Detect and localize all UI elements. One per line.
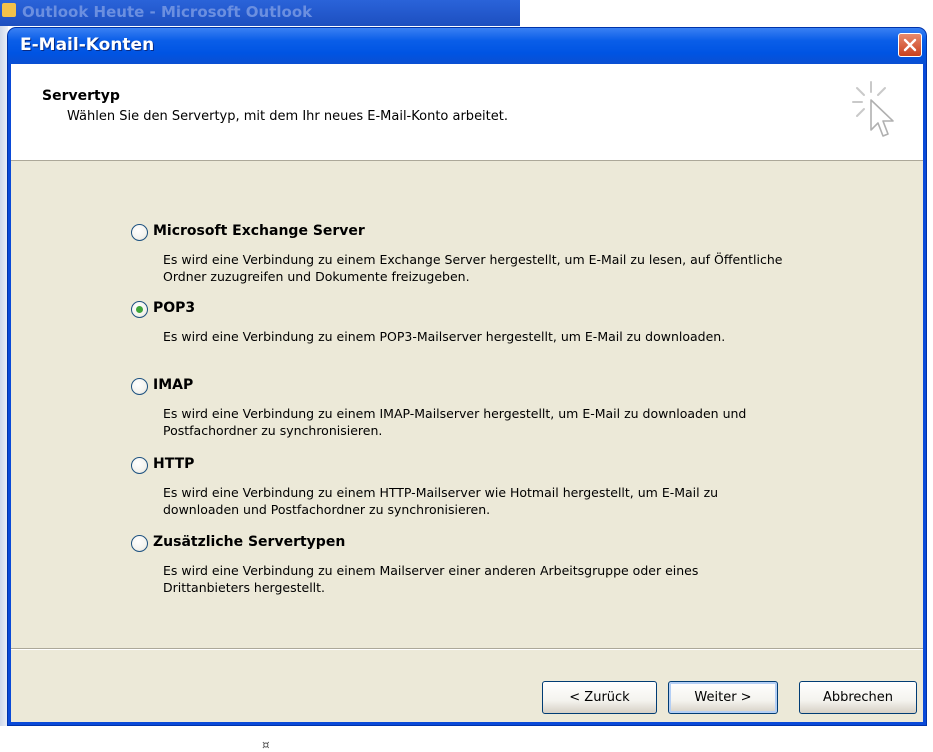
- option-description: Es wird eine Verbindung zu einem IMAP-Ma…: [163, 406, 747, 438]
- option-description: Es wird eine Verbindung zu einem Exchang…: [163, 252, 783, 284]
- background-left-strip: [0, 26, 8, 726]
- server-type-options: Microsoft Exchange Server Es wird eine V…: [11, 161, 923, 641]
- background-titlebar: Outlook Heute - Microsoft Outlook: [0, 0, 520, 26]
- option-description: Es wird eine Verbindung zu einem HTTP-Ma…: [163, 485, 719, 517]
- dialog-title: E-Mail-Konten: [20, 35, 155, 55]
- radio-http[interactable]: [131, 457, 148, 474]
- option-label[interactable]: Microsoft Exchange Server: [153, 223, 365, 239]
- radio-imap[interactable]: [131, 378, 148, 395]
- wizard-header: Servertyp Wählen Sie den Servertyp, mit …: [11, 64, 923, 161]
- page-subtitle: Wählen Sie den Servertyp, mit dem Ihr ne…: [67, 109, 508, 124]
- email-accounts-dialog: E-Mail-Konten Servertyp Wählen Sie den S…: [8, 28, 926, 725]
- radio-additional[interactable]: [131, 535, 148, 552]
- background-window-title: Outlook Heute - Microsoft Outlook: [22, 3, 313, 21]
- close-icon: [903, 38, 917, 52]
- radio-exchange[interactable]: [131, 224, 148, 241]
- wizard-cursor-icon: [852, 81, 894, 137]
- page-title: Servertyp: [42, 88, 120, 104]
- option-label[interactable]: IMAP: [153, 377, 193, 393]
- option-label[interactable]: POP3: [153, 300, 195, 316]
- next-button[interactable]: Weiter >: [668, 681, 778, 714]
- option-label[interactable]: Zusätzliche Servertypen: [153, 534, 345, 550]
- option-description: Es wird eine Verbindung zu einem POP3-Ma…: [163, 329, 726, 344]
- cancel-button[interactable]: Abbrechen: [799, 681, 917, 714]
- dialog-client-area: Servertyp Wählen Sie den Servertyp, mit …: [11, 64, 923, 722]
- background-mark: ¤: [262, 738, 270, 752]
- close-button[interactable]: [898, 33, 922, 57]
- radio-pop3[interactable]: [131, 301, 148, 318]
- dialog-titlebar[interactable]: E-Mail-Konten: [8, 28, 926, 64]
- option-label[interactable]: HTTP: [153, 456, 194, 472]
- back-button[interactable]: < Zurück: [542, 681, 657, 714]
- button-separator: [11, 648, 923, 650]
- option-description: Es wird eine Verbindung zu einem Mailser…: [163, 563, 699, 595]
- outlook-app-icon: [2, 3, 16, 17]
